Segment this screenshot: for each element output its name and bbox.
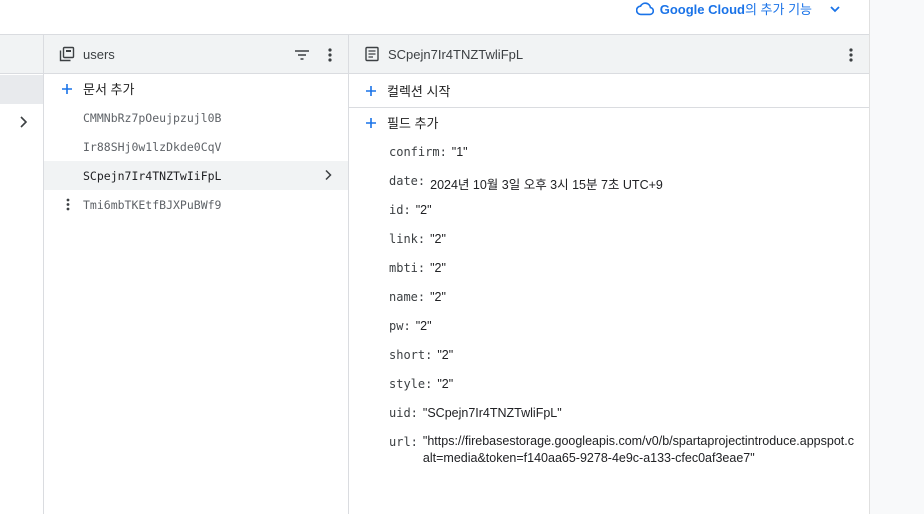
field-key: id: <box>389 203 411 217</box>
more-vert-icon[interactable] <box>62 198 74 211</box>
add-field-button[interactable]: 필드 추가 <box>349 108 869 137</box>
collection-panel: users 문서 추가 CMMNbRz7pOeujpzujl0B Ir88SHj… <box>44 35 349 514</box>
field-key: pw: <box>389 319 411 333</box>
start-collection-label: 컬렉션 시작 <box>387 84 451 99</box>
field-row[interactable]: link: "2" <box>349 226 869 255</box>
add-document-label: 문서 추가 <box>83 82 135 97</box>
document-id: Tmi6mbTKEtfBJXPuBWf9 <box>83 197 222 212</box>
cloud-icon <box>635 1 654 15</box>
field-value: "2" <box>437 377 454 391</box>
field-key: name: <box>389 290 426 304</box>
chevron-right-icon[interactable] <box>16 115 30 129</box>
field-key: date: <box>389 174 426 188</box>
more-vert-icon[interactable] <box>843 47 859 63</box>
document-item[interactable]: Ir88SHj0w1lzDkde0CqV <box>44 132 348 161</box>
field-value-url: "https://firebasestorage.googleapis.com/… <box>423 433 869 467</box>
field-list: confirm: "1" date: 2024년 10월 3일 오후 3시 15분 … <box>349 137 869 467</box>
field-row[interactable]: id: "2" <box>349 197 869 226</box>
start-collection-button[interactable]: 컬렉션 시작 <box>349 74 869 108</box>
chevron-right-icon <box>325 169 332 181</box>
field-value: "2" <box>415 319 432 333</box>
field-key: confirm: <box>389 145 447 159</box>
more-vert-icon[interactable] <box>322 47 338 63</box>
add-field-label: 필드 추가 <box>387 116 439 131</box>
document-id: CMMNbRz7pOeujpzujl0B <box>83 110 222 125</box>
document-icon <box>365 46 379 62</box>
field-value: "1" <box>451 145 468 159</box>
document-item[interactable]: CMMNbRz7pOeujpzujl0B <box>44 103 348 132</box>
field-value: "2" <box>415 203 432 217</box>
document-item[interactable]: Tmi6mbTKEtfBJXPuBWf9 <box>44 190 348 219</box>
root-panel <box>0 35 44 514</box>
field-row[interactable]: mbti: "2" <box>349 255 869 284</box>
document-id: Ir88SHj0w1lzDkde0CqV <box>83 139 222 154</box>
field-row[interactable]: name: "2" <box>349 284 869 313</box>
field-row[interactable]: uid: "SCpejn7Ir4TNZTwliFpL" <box>349 400 869 429</box>
field-key: short: <box>389 348 433 362</box>
field-value: 2024년 10월 3일 오후 3시 15분 7초 UTC+9 <box>430 178 663 192</box>
chevron-down-icon <box>830 5 840 12</box>
top-bar: Google Cloud의 추가 기능 <box>0 0 870 34</box>
field-value: "2" <box>437 348 454 362</box>
root-selected-row[interactable] <box>0 75 43 104</box>
plus-icon <box>366 85 376 96</box>
field-row[interactable]: confirm: "1" <box>349 139 869 168</box>
field-row[interactable]: short: "2" <box>349 342 869 371</box>
field-key: mbti: <box>389 261 426 275</box>
field-key: link: <box>389 232 426 246</box>
field-row[interactable]: pw: "2" <box>349 313 869 342</box>
field-key: url: <box>389 435 418 449</box>
filter-icon[interactable] <box>294 47 310 63</box>
plus-icon <box>62 83 72 94</box>
url-line-2: alt=media&token=f140aa65-9278-4e9c-a133-… <box>422 451 755 465</box>
add-document-button[interactable]: 문서 추가 <box>44 74 348 103</box>
collection-header: users <box>44 35 348 74</box>
field-value: "2" <box>430 261 446 275</box>
document-title: SCpejn7Ir4TNZTwliFpL <box>388 46 524 62</box>
google-cloud-label: Google Cloud <box>659 2 745 17</box>
url-line-1: "https://firebasestorage.googleapis.com/… <box>422 434 854 448</box>
field-row[interactable]: date: 2024년 10월 3일 오후 3시 15분 7초 UTC+9 <box>349 168 869 197</box>
collection-title: users <box>83 46 115 62</box>
document-header: SCpejn7Ir4TNZTwliFpL <box>349 35 869 74</box>
field-row-url[interactable]: url: "https://firebasestorage.googleapis… <box>349 429 869 467</box>
root-panel-header <box>0 35 43 74</box>
field-key: style: <box>389 377 433 391</box>
document-panel: SCpejn7Ir4TNZTwliFpL 컬렉션 시작 필드 추가 confir… <box>349 35 869 514</box>
google-cloud-suffix: 의 추가 기능 <box>744 2 812 17</box>
plus-icon <box>366 117 376 128</box>
document-item-selected[interactable]: SCpejn7Ir4TNZTwIiFpL <box>44 161 348 190</box>
right-gutter <box>869 0 924 514</box>
field-row[interactable]: style: "2" <box>349 371 869 400</box>
field-value: "SCpejn7Ir4TNZTwliFpL" <box>422 406 562 420</box>
collection-icon <box>59 46 75 62</box>
document-list: CMMNbRz7pOeujpzujl0B Ir88SHj0w1lzDkde0Cq… <box>44 103 348 219</box>
document-id: SCpejn7Ir4TNZTwIiFpL <box>83 168 222 183</box>
google-cloud-extensions-link[interactable]: Google Cloud의 추가 기능 <box>635 0 842 17</box>
field-key: uid: <box>389 406 418 420</box>
field-value: "2" <box>430 232 446 246</box>
data-panels: users 문서 추가 CMMNbRz7pOeujpzujl0B Ir88SHj… <box>0 34 869 514</box>
field-value: "2" <box>430 290 446 304</box>
